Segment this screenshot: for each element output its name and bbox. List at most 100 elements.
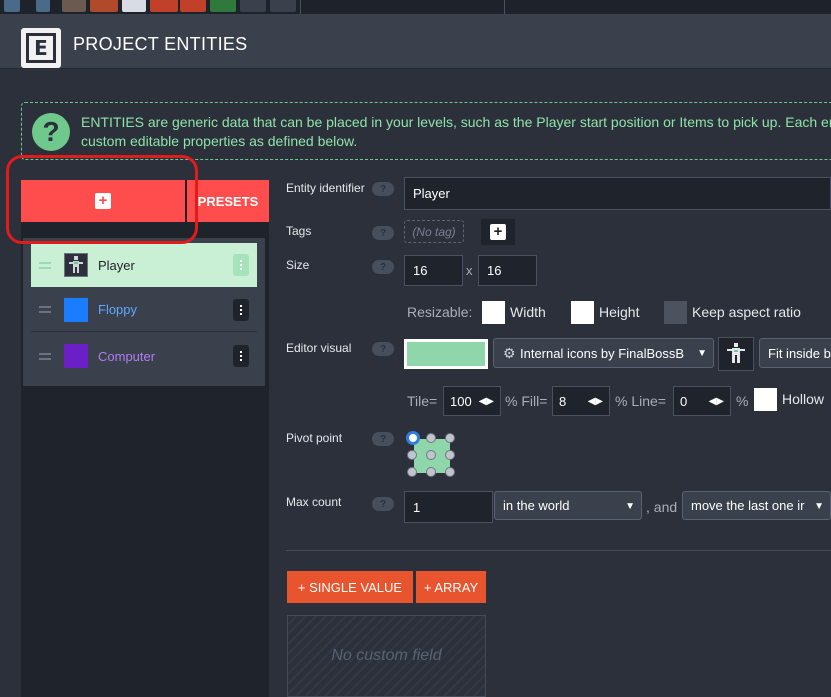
pivot-dot-bottom-left[interactable] <box>407 467 417 477</box>
info-text-line2: custom editable properties as defined be… <box>81 133 358 149</box>
keep-aspect-label: Keep aspect ratio <box>692 304 801 320</box>
icon-picker-button[interactable] <box>718 337 754 371</box>
entity-menu-button[interactable] <box>233 345 249 367</box>
size-times: x <box>466 263 473 278</box>
page-title: PROJECT ENTITIES <box>73 34 248 54</box>
entities-logo: E <box>21 28 61 68</box>
add-array-button[interactable]: + ARRAY <box>416 571 486 603</box>
resizable-label: Resizable: <box>407 304 473 320</box>
presets-button[interactable]: PRESETS <box>187 180 269 222</box>
color-swatch <box>64 297 88 322</box>
help-icon[interactable]: ? <box>372 260 394 274</box>
chevron-down-icon: ▼ <box>814 500 824 512</box>
color-swatch <box>64 344 88 368</box>
info-box: ? ENTITIES are generic data that can be … <box>21 102 831 160</box>
drag-handle-icon[interactable] <box>31 352 59 360</box>
no-custom-field-placeholder: No custom field <box>287 615 486 697</box>
help-icon[interactable]: ? <box>372 342 394 356</box>
maxcount-label: Max count <box>286 495 342 509</box>
scope-select[interactable]: in the world ▼ <box>494 491 642 520</box>
resize-height-label: Height <box>599 304 640 320</box>
pivot-dot-top[interactable] <box>426 433 436 443</box>
resize-width-checkbox[interactable] <box>482 301 505 324</box>
highlight-annotation <box>6 155 198 244</box>
top-toolbar <box>0 0 831 14</box>
keep-aspect-checkbox[interactable] <box>664 301 687 324</box>
percent-label: % <box>736 393 749 409</box>
tile-input[interactable]: 100 ◀▶ <box>443 386 501 416</box>
color-preview <box>407 342 485 366</box>
fill-label: % Fill= <box>505 393 548 409</box>
gear-icon: ⚙ <box>503 345 516 361</box>
add-single-value-button[interactable]: + SINGLE VALUE <box>287 571 413 603</box>
icon-source-value: Internal icons by FinalBossB <box>520 345 685 361</box>
line-value: 0 <box>680 393 688 409</box>
help-icon[interactable]: ? <box>372 497 394 511</box>
and-label: , and <box>646 499 678 515</box>
width-input[interactable]: 16 <box>404 255 463 286</box>
world-icon[interactable] <box>4 0 20 12</box>
color-picker[interactable] <box>404 339 488 369</box>
editor-visual-label: Editor visual <box>286 341 352 355</box>
stepper-arrows-icon[interactable]: ◀▶ <box>479 396 494 407</box>
hollow-checkbox[interactable] <box>754 388 777 411</box>
pivot-dot-top-left[interactable] <box>406 431 420 445</box>
entity-menu-button[interactable] <box>233 254 249 276</box>
behavior-value: move the last one ir <box>691 498 805 513</box>
hollow-label: Hollow <box>782 391 825 407</box>
identifier-label: Entity identifier <box>286 181 365 195</box>
fit-mode-select[interactable]: Fit inside b <box>759 338 831 368</box>
stepper-arrows-icon[interactable]: ◀▶ <box>709 396 724 407</box>
entity-name: Player <box>98 257 135 273</box>
behavior-select[interactable]: move the last one ir ▼ <box>682 491 831 520</box>
add-tag-button[interactable]: + <box>481 219 515 245</box>
drag-handle-icon[interactable] <box>31 306 59 313</box>
drag-handle-icon[interactable] <box>31 261 59 269</box>
entity-name: Floppy <box>98 302 138 317</box>
fit-mode-value: Fit inside b <box>768 345 831 361</box>
pivot-dot-top-right[interactable] <box>445 433 455 443</box>
help-icon[interactable]: ? <box>372 432 394 446</box>
pivot-label: Pivot point <box>286 431 343 445</box>
resize-height-checkbox[interactable] <box>571 301 594 324</box>
fill-input[interactable]: 8 ◀▶ <box>552 386 610 416</box>
chevron-down-icon: ▼ <box>625 500 635 512</box>
entity-list-panel: + PRESETS Player Floppy Computer <box>21 180 269 697</box>
layers-tab-icon[interactable] <box>90 0 118 12</box>
info-text: ENTITIES are generic data that can be pl… <box>81 113 831 151</box>
icon-source-select[interactable]: ⚙ Internal icons by FinalBossB ▼ <box>493 338 714 368</box>
tile-label: Tile= <box>407 393 438 409</box>
gear-icon[interactable] <box>240 0 266 12</box>
plus-icon: + <box>490 224 506 240</box>
nav-down-icon[interactable] <box>36 0 50 12</box>
tags-empty: (No tag) <box>404 220 464 243</box>
panel-header: E PROJECT ENTITIES <box>0 14 831 69</box>
tags-label: Tags <box>286 224 312 238</box>
export-icon[interactable] <box>270 0 296 12</box>
logo-letter: E <box>26 33 56 63</box>
scope-value: in the world <box>503 498 570 513</box>
pivot-dot-right[interactable] <box>445 450 455 460</box>
entities-tab-icon[interactable] <box>122 0 146 12</box>
entity-item-floppy[interactable]: Floppy <box>31 288 257 332</box>
settings-tab-icon[interactable] <box>62 0 86 12</box>
entity-item-player[interactable]: Player <box>31 243 257 287</box>
enums-tab-icon[interactable] <box>150 0 178 12</box>
pivot-dot-center[interactable] <box>426 450 436 460</box>
tilesets-tab-icon[interactable] <box>180 0 206 12</box>
help-icon[interactable]: ? <box>372 182 394 196</box>
pivot-dot-left[interactable] <box>407 450 417 460</box>
entity-list: Player Floppy Computer <box>23 238 265 386</box>
pivot-dot-bottom-right[interactable] <box>445 467 455 477</box>
pivot-dot-bottom[interactable] <box>426 467 436 477</box>
stepper-arrows-icon[interactable]: ◀▶ <box>588 396 603 407</box>
help-tab-icon[interactable] <box>210 0 236 12</box>
identifier-input[interactable]: Player <box>404 177 831 210</box>
entity-item-computer[interactable]: Computer <box>31 334 257 378</box>
help-icon[interactable]: ? <box>372 226 394 240</box>
maxcount-input[interactable]: 1 <box>404 491 493 523</box>
entity-menu-button[interactable] <box>233 298 249 321</box>
resize-width-label: Width <box>510 304 546 320</box>
line-input[interactable]: 0 ◀▶ <box>673 386 731 416</box>
height-input[interactable]: 16 <box>478 255 537 286</box>
